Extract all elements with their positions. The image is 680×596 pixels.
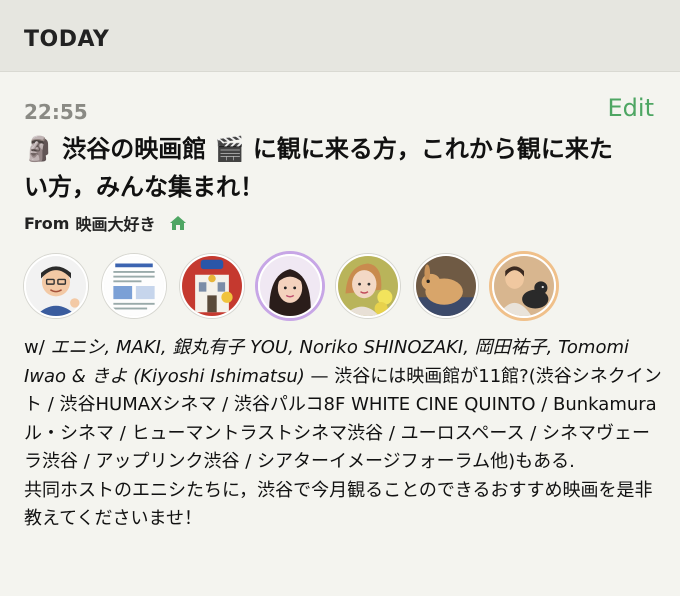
building-busy-avatar[interactable] [180,254,244,318]
section-header: TODAY [0,0,680,72]
woman-long-hair-avatar[interactable] [258,254,322,318]
post-time: 22:55 [24,100,88,124]
from-club[interactable]: From 映画大好き [24,211,187,235]
rabbit-avatar[interactable] [414,254,478,318]
participants-prefix: w/ [24,337,51,358]
home-icon [169,215,187,231]
woman-flowers-avatar[interactable] [336,254,400,318]
edit-button[interactable]: Edit [608,94,654,122]
man-with-dog-avatar[interactable] [492,254,556,318]
room-description: w/ エニシ, MAKI, 銀丸有子 YOU, Noriko SHINOZAKI… [24,334,664,534]
section-label: TODAY [24,27,110,52]
cartoon-man-avatar[interactable] [24,254,88,318]
from-prefix: From [24,213,70,233]
document-thumbnail-avatar[interactable] [102,254,166,318]
club-name: 映画大好き [75,215,156,234]
room-title[interactable]: 🗿 渋谷の映画館 🎬 に観に来る方，これから観に来たい方，みんな集まれ！ [24,130,624,206]
description-text-2: 共同ホストのエニシたちに，渋谷で今月観ることのできるおすすめ映画を是非教えてくだ… [24,479,653,530]
